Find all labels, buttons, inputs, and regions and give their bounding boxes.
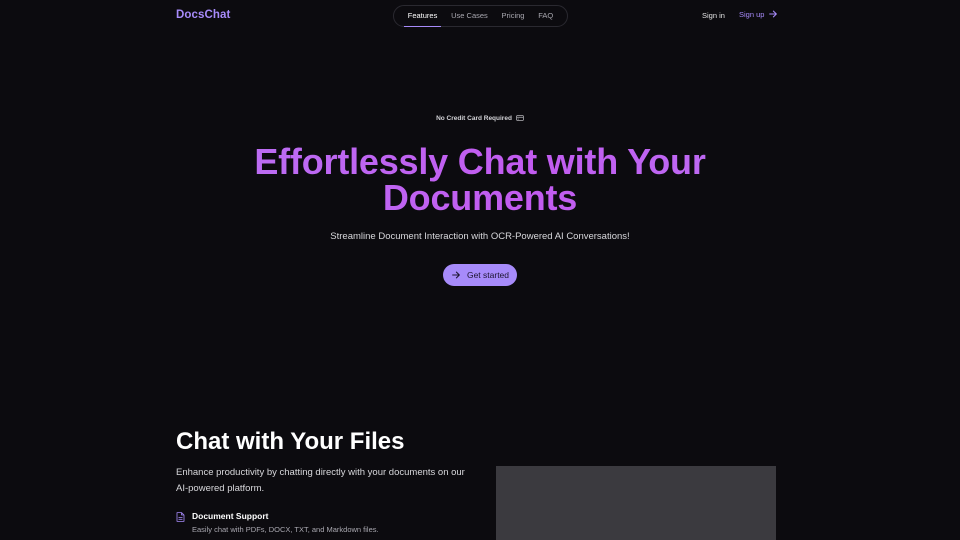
- nav-item-use-cases[interactable]: Use Cases: [447, 5, 492, 27]
- nav-item-features[interactable]: Features: [403, 5, 442, 27]
- sign-up-label: Sign up: [739, 9, 765, 19]
- badge-text: No Credit Card Required: [436, 114, 512, 122]
- credit-card-icon: [516, 115, 524, 121]
- no-credit-card-badge: No Credit Card Required: [0, 114, 960, 122]
- logo[interactable]: DocsChat: [176, 9, 230, 21]
- features-description: Enhance productivity by chatting directl…: [176, 467, 465, 494]
- hero-title-line-2: Documents: [382, 177, 578, 218]
- hero-title: Effortlessly Chat with Your Documents: [0, 144, 960, 216]
- feature-preview-panel: [496, 466, 776, 540]
- arrow-right-icon: [452, 271, 460, 279]
- get-started-button[interactable]: Get started: [443, 264, 517, 286]
- hero-title-line-1: Effortlessly Chat with Your: [254, 141, 706, 182]
- hero-subtitle: Streamline Document Interaction with OCR…: [330, 231, 630, 242]
- top-nav: Features Use Cases Pricing FAQ: [393, 5, 568, 27]
- get-started-label: Get started: [466, 270, 510, 280]
- landing-page: DocsChat Features Use Cases Pricing FAQ …: [0, 0, 960, 540]
- sign-in-link[interactable]: Sign in: [702, 11, 725, 20]
- feature-title-document-support: Document Support: [192, 511, 269, 521]
- sign-up-link[interactable]: Sign up: [739, 9, 778, 19]
- nav-item-faq[interactable]: FAQ: [534, 5, 557, 27]
- arrow-right-icon: [769, 10, 778, 18]
- feature-description-document-support: Easily chat with PDFs, DOCX, TXT, and Ma…: [192, 525, 379, 534]
- nav-item-pricing[interactable]: Pricing: [498, 5, 529, 27]
- document-icon: [176, 512, 185, 522]
- features-title: Chat with Your Files: [176, 428, 405, 455]
